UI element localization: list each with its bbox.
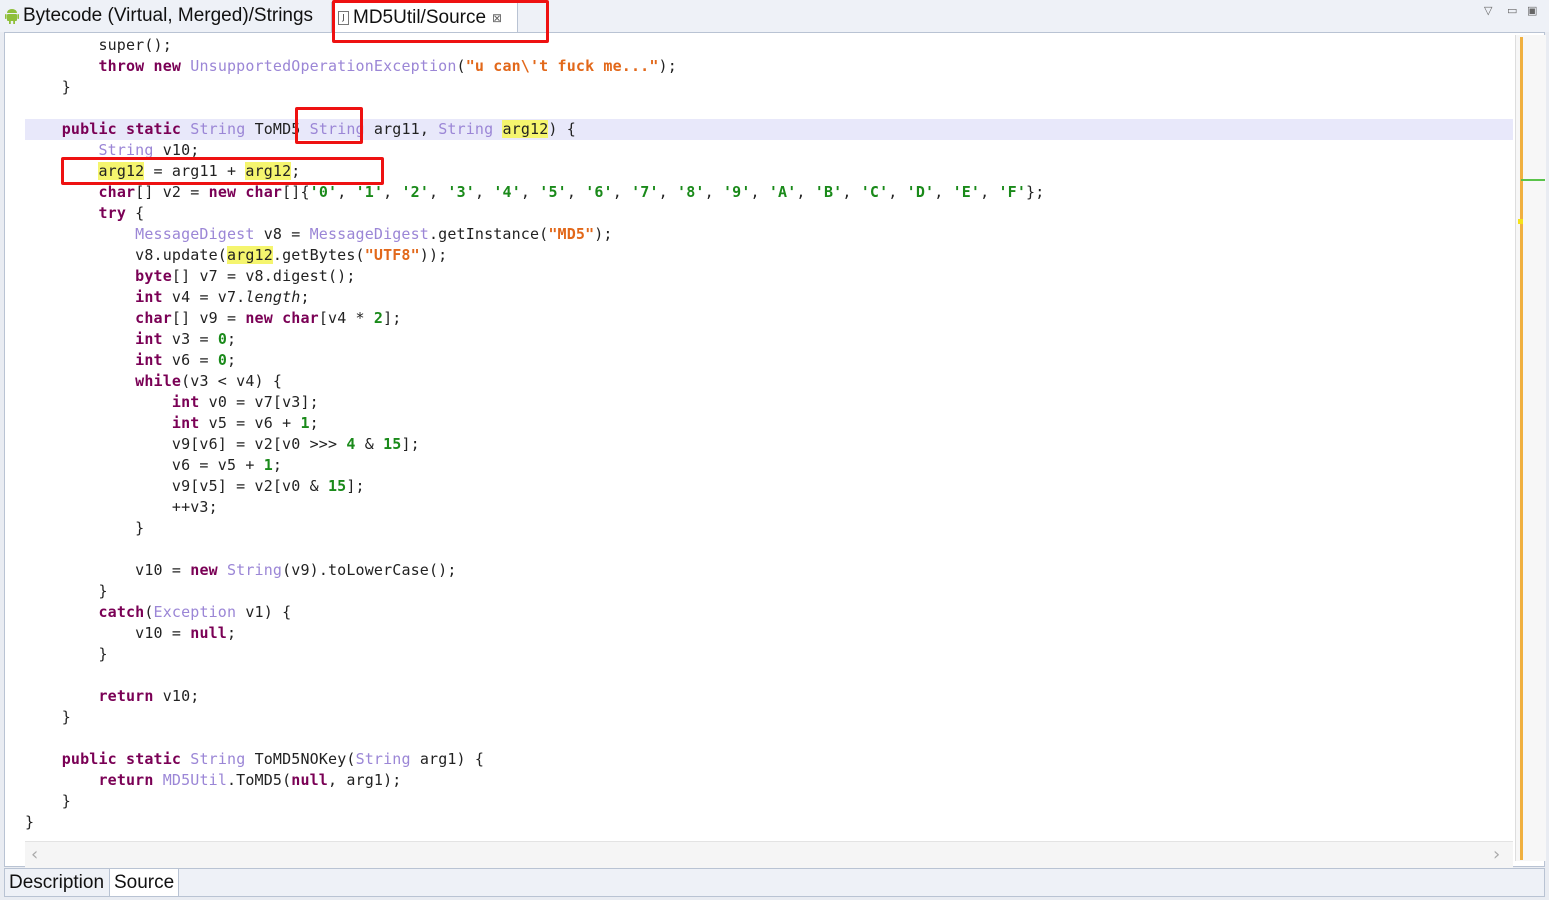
overview-marker[interactable] <box>1521 179 1545 181</box>
tab-source[interactable]: Source <box>109 869 180 896</box>
code-line[interactable]: v8.update(arg12.getBytes("UTF8")); <box>25 245 1513 266</box>
android-icon <box>5 9 19 24</box>
code-line[interactable]: throw new UnsupportedOperationException(… <box>25 56 1513 77</box>
code-line[interactable]: v9[v5] = v2[v0 & 15]; <box>25 476 1513 497</box>
code-line[interactable]: v10 = new String(v9).toLowerCase(); <box>25 560 1513 581</box>
code-line[interactable]: catch(Exception v1) { <box>25 602 1513 623</box>
code-line[interactable]: public static String ToMD5NOKey(String a… <box>25 749 1513 770</box>
code-line[interactable]: return MD5Util.ToMD5(null, arg1); <box>25 770 1513 791</box>
code-line[interactable]: super(); <box>25 35 1513 56</box>
editor-tab-bar: Bytecode (Virtual, Merged)/Strings J MD5… <box>0 0 1549 32</box>
code-line[interactable]: } <box>25 812 1513 833</box>
scroll-left-icon[interactable]: ‹ <box>31 844 38 865</box>
code-line[interactable]: public static String ToMD5 String arg11,… <box>25 119 1513 140</box>
scroll-right-icon[interactable]: › <box>1493 844 1500 865</box>
code-line[interactable]: } <box>25 791 1513 812</box>
code-line[interactable]: int v5 = v6 + 1; <box>25 413 1513 434</box>
code-line[interactable] <box>25 665 1513 686</box>
code-line[interactable] <box>25 728 1513 749</box>
minimize-icon[interactable]: ▭ <box>1507 4 1517 17</box>
code-line[interactable] <box>25 539 1513 560</box>
overview-occurrence-marker[interactable] <box>1518 219 1523 224</box>
code-line[interactable]: int v0 = v7[v3]; <box>25 392 1513 413</box>
code-line[interactable]: return v10; <box>25 686 1513 707</box>
code-view[interactable]: super(); throw new UnsupportedOperationE… <box>25 35 1513 841</box>
tab-label: Bytecode (Virtual, Merged)/Strings <box>23 5 314 26</box>
tab-description[interactable]: Description <box>5 869 108 896</box>
code-line[interactable]: MessageDigest v8 = MessageDigest.getInst… <box>25 224 1513 245</box>
code-line[interactable]: char[] v9 = new char[v4 * 2]; <box>25 308 1513 329</box>
annotation-box-method-name <box>295 107 363 144</box>
code-line[interactable]: } <box>25 518 1513 539</box>
code-line[interactable]: char[] v2 = new char[]{'0', '1', '2', '3… <box>25 182 1513 203</box>
overview-ruler <box>1520 37 1523 860</box>
code-line[interactable]: v9[v6] = v2[v0 >>> 4 & 15]; <box>25 434 1513 455</box>
code-line[interactable]: byte[] v7 = v8.digest(); <box>25 266 1513 287</box>
code-line[interactable] <box>25 98 1513 119</box>
annotation-box-tab <box>332 0 549 43</box>
code-line[interactable]: int v4 = v7.length; <box>25 287 1513 308</box>
code-line[interactable]: ++v3; <box>25 497 1513 518</box>
maximize-icon[interactable]: ▣ <box>1527 4 1537 17</box>
tab-bytecode-strings[interactable]: Bytecode (Virtual, Merged)/Strings <box>0 1 330 31</box>
code-line[interactable]: } <box>25 707 1513 728</box>
code-line[interactable]: int v6 = 0; <box>25 350 1513 371</box>
annotation-box-concat-line <box>61 157 384 185</box>
code-line[interactable]: while(v3 < v4) { <box>25 371 1513 392</box>
code-line[interactable]: v6 = v5 + 1; <box>25 455 1513 476</box>
code-line[interactable]: } <box>25 581 1513 602</box>
code-line[interactable]: } <box>25 77 1513 98</box>
view-menu-icon[interactable]: ▽ <box>1484 4 1492 17</box>
horizontal-scrollbar[interactable]: ‹ › <box>25 841 1513 868</box>
code-line[interactable]: int v3 = 0; <box>25 329 1513 350</box>
code-line[interactable]: } <box>25 644 1513 665</box>
code-line[interactable]: try { <box>25 203 1513 224</box>
bottom-tab-bar: Description Source <box>4 868 1545 897</box>
code-line[interactable]: v10 = null; <box>25 623 1513 644</box>
